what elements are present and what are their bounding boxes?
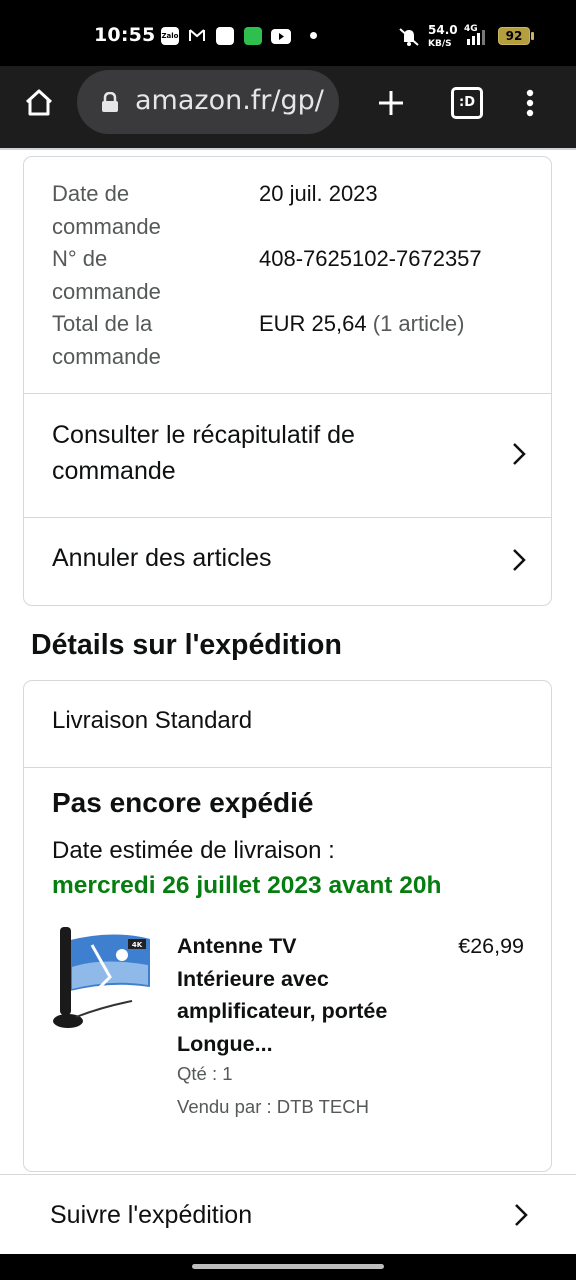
- network-speed: 54.0 KB/S: [428, 23, 458, 49]
- status-time: 10:55: [94, 24, 156, 46]
- more-vert-icon: [526, 89, 534, 117]
- lock-icon[interactable]: [101, 91, 119, 117]
- order-total-label: Total de la commande: [52, 311, 161, 369]
- notification-dot: [310, 32, 317, 39]
- divider: [24, 767, 551, 768]
- track-shipment-row[interactable]: Suivre l'expédition: [0, 1174, 576, 1259]
- delivery-method: Livraison Standard: [52, 707, 253, 734]
- gesture-nav-bar: [0, 1254, 576, 1280]
- order-total-value: EUR 25,64 (1 article): [259, 308, 464, 341]
- chevron-right-icon: [513, 549, 526, 571]
- product-quantity: Qté : 1: [177, 1063, 233, 1084]
- url-text[interactable]: amazon.fr/gp/: [135, 85, 335, 116]
- order-info-card: Date de commande 20 juil. 2023 N° de com…: [23, 156, 552, 606]
- green-app-icon: [244, 27, 262, 45]
- home-button[interactable]: [14, 66, 64, 140]
- track-shipment-label: Suivre l'expédition: [50, 1201, 253, 1229]
- shipment-section-title: Détails sur l'expédition: [31, 629, 342, 661]
- chevron-right-icon: [513, 443, 526, 465]
- eta-date: mercredi 26 juillet 2023 avant 20h: [52, 872, 442, 899]
- cancel-items-label: Annuler des articles: [52, 544, 272, 572]
- order-date-value: 20 juil. 2023: [259, 181, 378, 206]
- chevron-right-icon: [515, 1204, 528, 1226]
- tab-count-badge: :D: [451, 87, 483, 119]
- product-image[interactable]: 4K: [52, 927, 154, 1031]
- new-tab-button[interactable]: [366, 66, 416, 140]
- shipment-card: Livraison Standard Pas encore expédié Da…: [23, 680, 552, 1172]
- order-item-count: (1 article): [372, 311, 465, 336]
- status-bar: 10:55 Zalo 54.0 KB/S 4G 92: [0, 0, 576, 66]
- product-seller: Vendu par : DTB TECH: [177, 1096, 369, 1117]
- product-image-badge: 4K: [132, 941, 143, 949]
- battery-indicator: 92: [498, 27, 534, 45]
- product-title[interactable]: Antenne TV Intérieure avec amplificateur…: [177, 930, 392, 1060]
- cancel-items-row[interactable]: Annuler des articles: [24, 518, 551, 606]
- order-total-amount: EUR 25,64: [259, 311, 367, 336]
- order-number-label: N° de commande: [52, 246, 161, 304]
- home-icon: [25, 89, 53, 116]
- youtube-icon: [271, 29, 291, 44]
- menu-button[interactable]: [515, 66, 545, 140]
- home-gesture-handle[interactable]: [192, 1264, 384, 1269]
- eta-label: Date estimée de livraison :: [52, 837, 335, 864]
- tab-switcher-button[interactable]: :D: [442, 66, 492, 140]
- app-square-icon: [216, 27, 234, 45]
- zalo-icon: Zalo: [161, 27, 179, 45]
- shipment-status: Pas encore expédié: [52, 787, 314, 818]
- address-bar[interactable]: amazon.fr/gp/: [77, 70, 339, 134]
- view-order-summary-label: Consulter le récapitulatif de commande: [52, 421, 355, 485]
- signal-icon: [466, 29, 486, 49]
- order-date-label: Date de commande: [52, 181, 161, 239]
- mute-icon: [398, 27, 420, 51]
- order-number-value: 408-7625102-7672357: [259, 246, 482, 271]
- gmail-icon: [188, 27, 206, 45]
- view-order-summary-row[interactable]: Consulter le récapitulatif de commande: [24, 394, 551, 517]
- plus-icon: [379, 91, 403, 115]
- toolbar-divider: [0, 148, 576, 150]
- product-price: €26,99: [458, 934, 524, 958]
